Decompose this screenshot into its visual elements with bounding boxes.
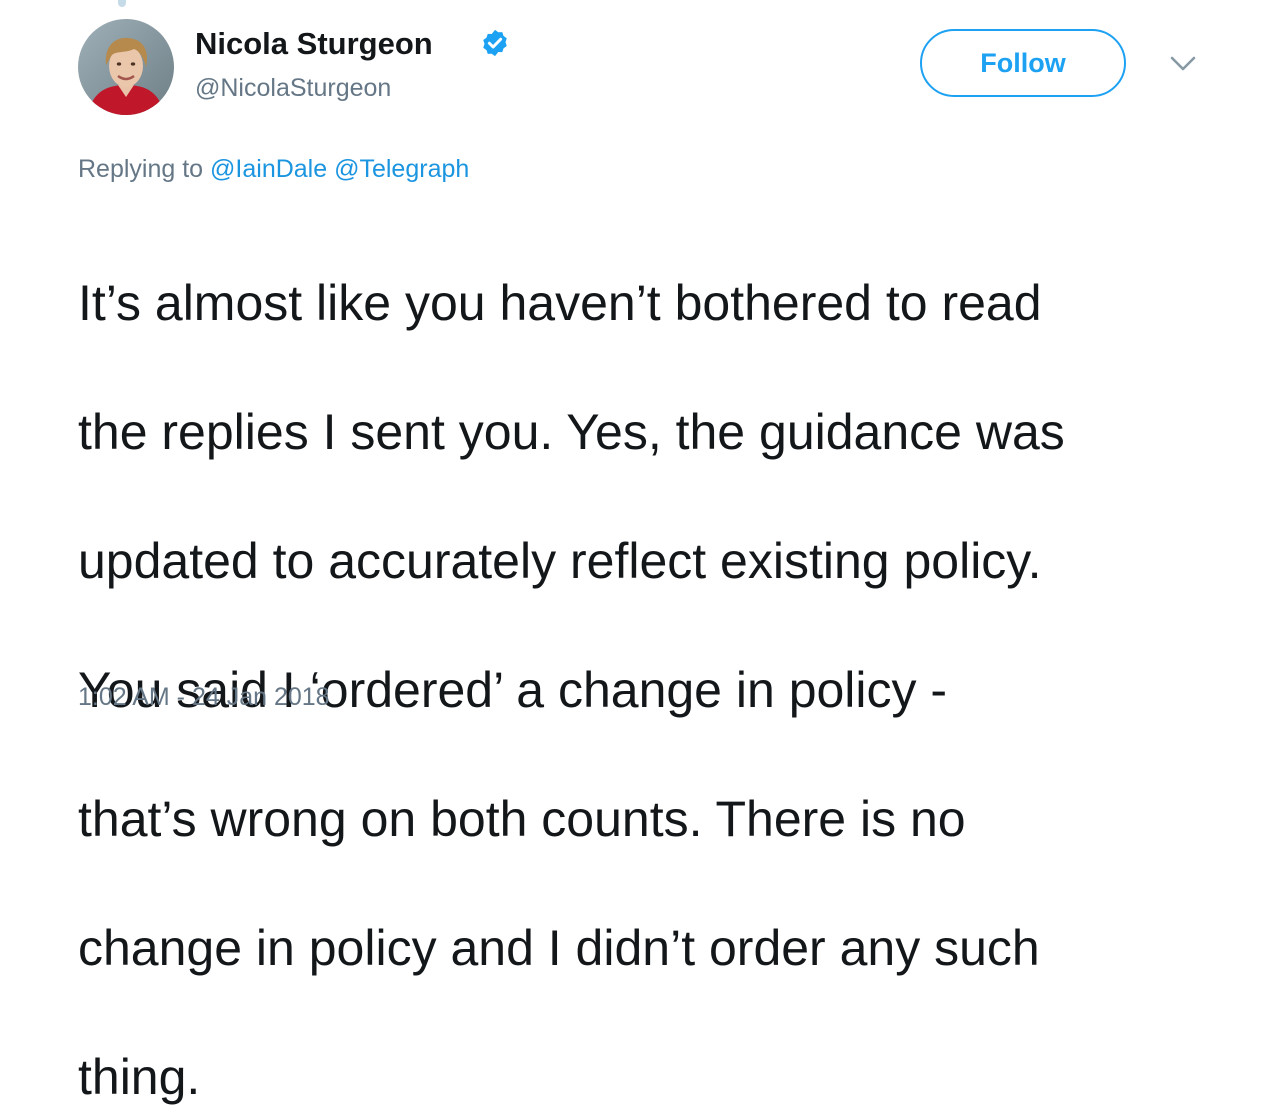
mention-link[interactable]: @Telegraph xyxy=(334,155,469,183)
chevron-down-icon[interactable] xyxy=(1169,53,1197,75)
tweet-timestamp[interactable]: 1:02 AM - 24 Jan 2018 xyxy=(78,683,330,712)
tweet-text: It’s almost like you haven’t bothered to… xyxy=(78,206,1188,1109)
avatar[interactable] xyxy=(78,19,174,115)
replying-to-label: Replying to xyxy=(78,155,204,183)
mention-link[interactable]: @IainDale xyxy=(210,155,327,183)
user-handle[interactable]: @NicolaSturgeon xyxy=(195,74,391,103)
tweet-text-line: change in policy and I didn’t order any … xyxy=(78,919,1040,976)
tweet-text-line: updated to accurately reflect existing p… xyxy=(78,532,1042,589)
tweet-text-line: It’s almost like you haven’t bothered to… xyxy=(78,274,1042,331)
tweet-card: Nicola Sturgeon @NicolaSturgeon Follow R… xyxy=(78,0,1198,1105)
profile-photo-icon xyxy=(78,19,174,115)
follow-button[interactable]: Follow xyxy=(920,29,1126,97)
display-name[interactable]: Nicola Sturgeon xyxy=(195,26,433,62)
tweet-text-line: that’s wrong on both counts. There is no xyxy=(78,790,966,847)
verified-badge-icon xyxy=(483,29,507,57)
tweet-text-line: thing. xyxy=(78,1048,201,1105)
tweet-text-line: the replies I sent you. Yes, the guidanc… xyxy=(78,403,1065,460)
replying-to: Replying to @IainDale @Telegraph xyxy=(78,155,469,184)
